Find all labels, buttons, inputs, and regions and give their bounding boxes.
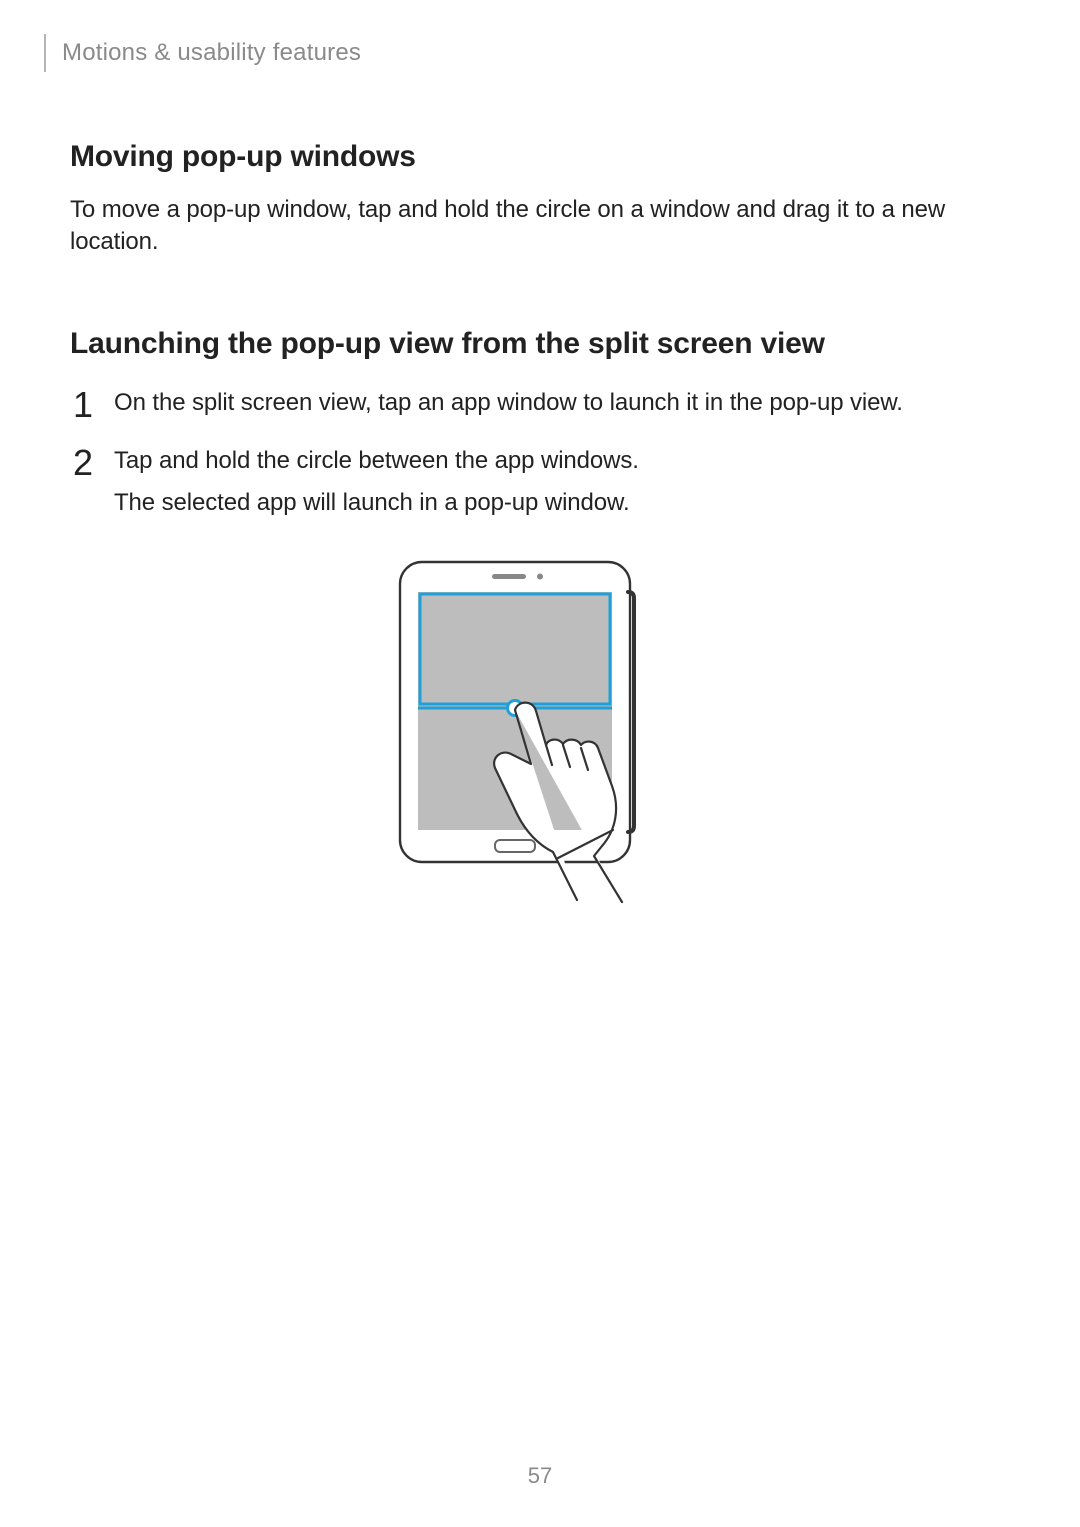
step-text: The selected app will launch in a pop-up… — [114, 487, 1010, 519]
step-text: Tap and hold the circle between the app … — [114, 445, 1010, 477]
heading-launching-popup: Launching the pop-up view from the split… — [70, 327, 1010, 361]
steps-list: 1 On the split screen view, tap an app w… — [70, 387, 1010, 520]
heading-moving-popup: Moving pop-up windows — [70, 140, 1010, 174]
breadcrumb-text: Motions & usability features — [62, 39, 361, 67]
figure-split-screen — [70, 552, 1010, 912]
step-2: 2 Tap and hold the circle between the ap… — [70, 445, 1010, 520]
step-number: 1 — [70, 387, 96, 423]
breadcrumb: Motions & usability features — [44, 34, 1010, 72]
paragraph-moving-popup: To move a pop-up window, tap and hold th… — [70, 194, 1010, 259]
step-number: 2 — [70, 445, 96, 481]
breadcrumb-divider — [44, 34, 46, 72]
step-1: 1 On the split screen view, tap an app w… — [70, 387, 1010, 423]
step-text: On the split screen view, tap an app win… — [114, 387, 1010, 419]
page-number: 57 — [0, 1463, 1080, 1489]
tablet-illustration-icon — [380, 552, 700, 912]
